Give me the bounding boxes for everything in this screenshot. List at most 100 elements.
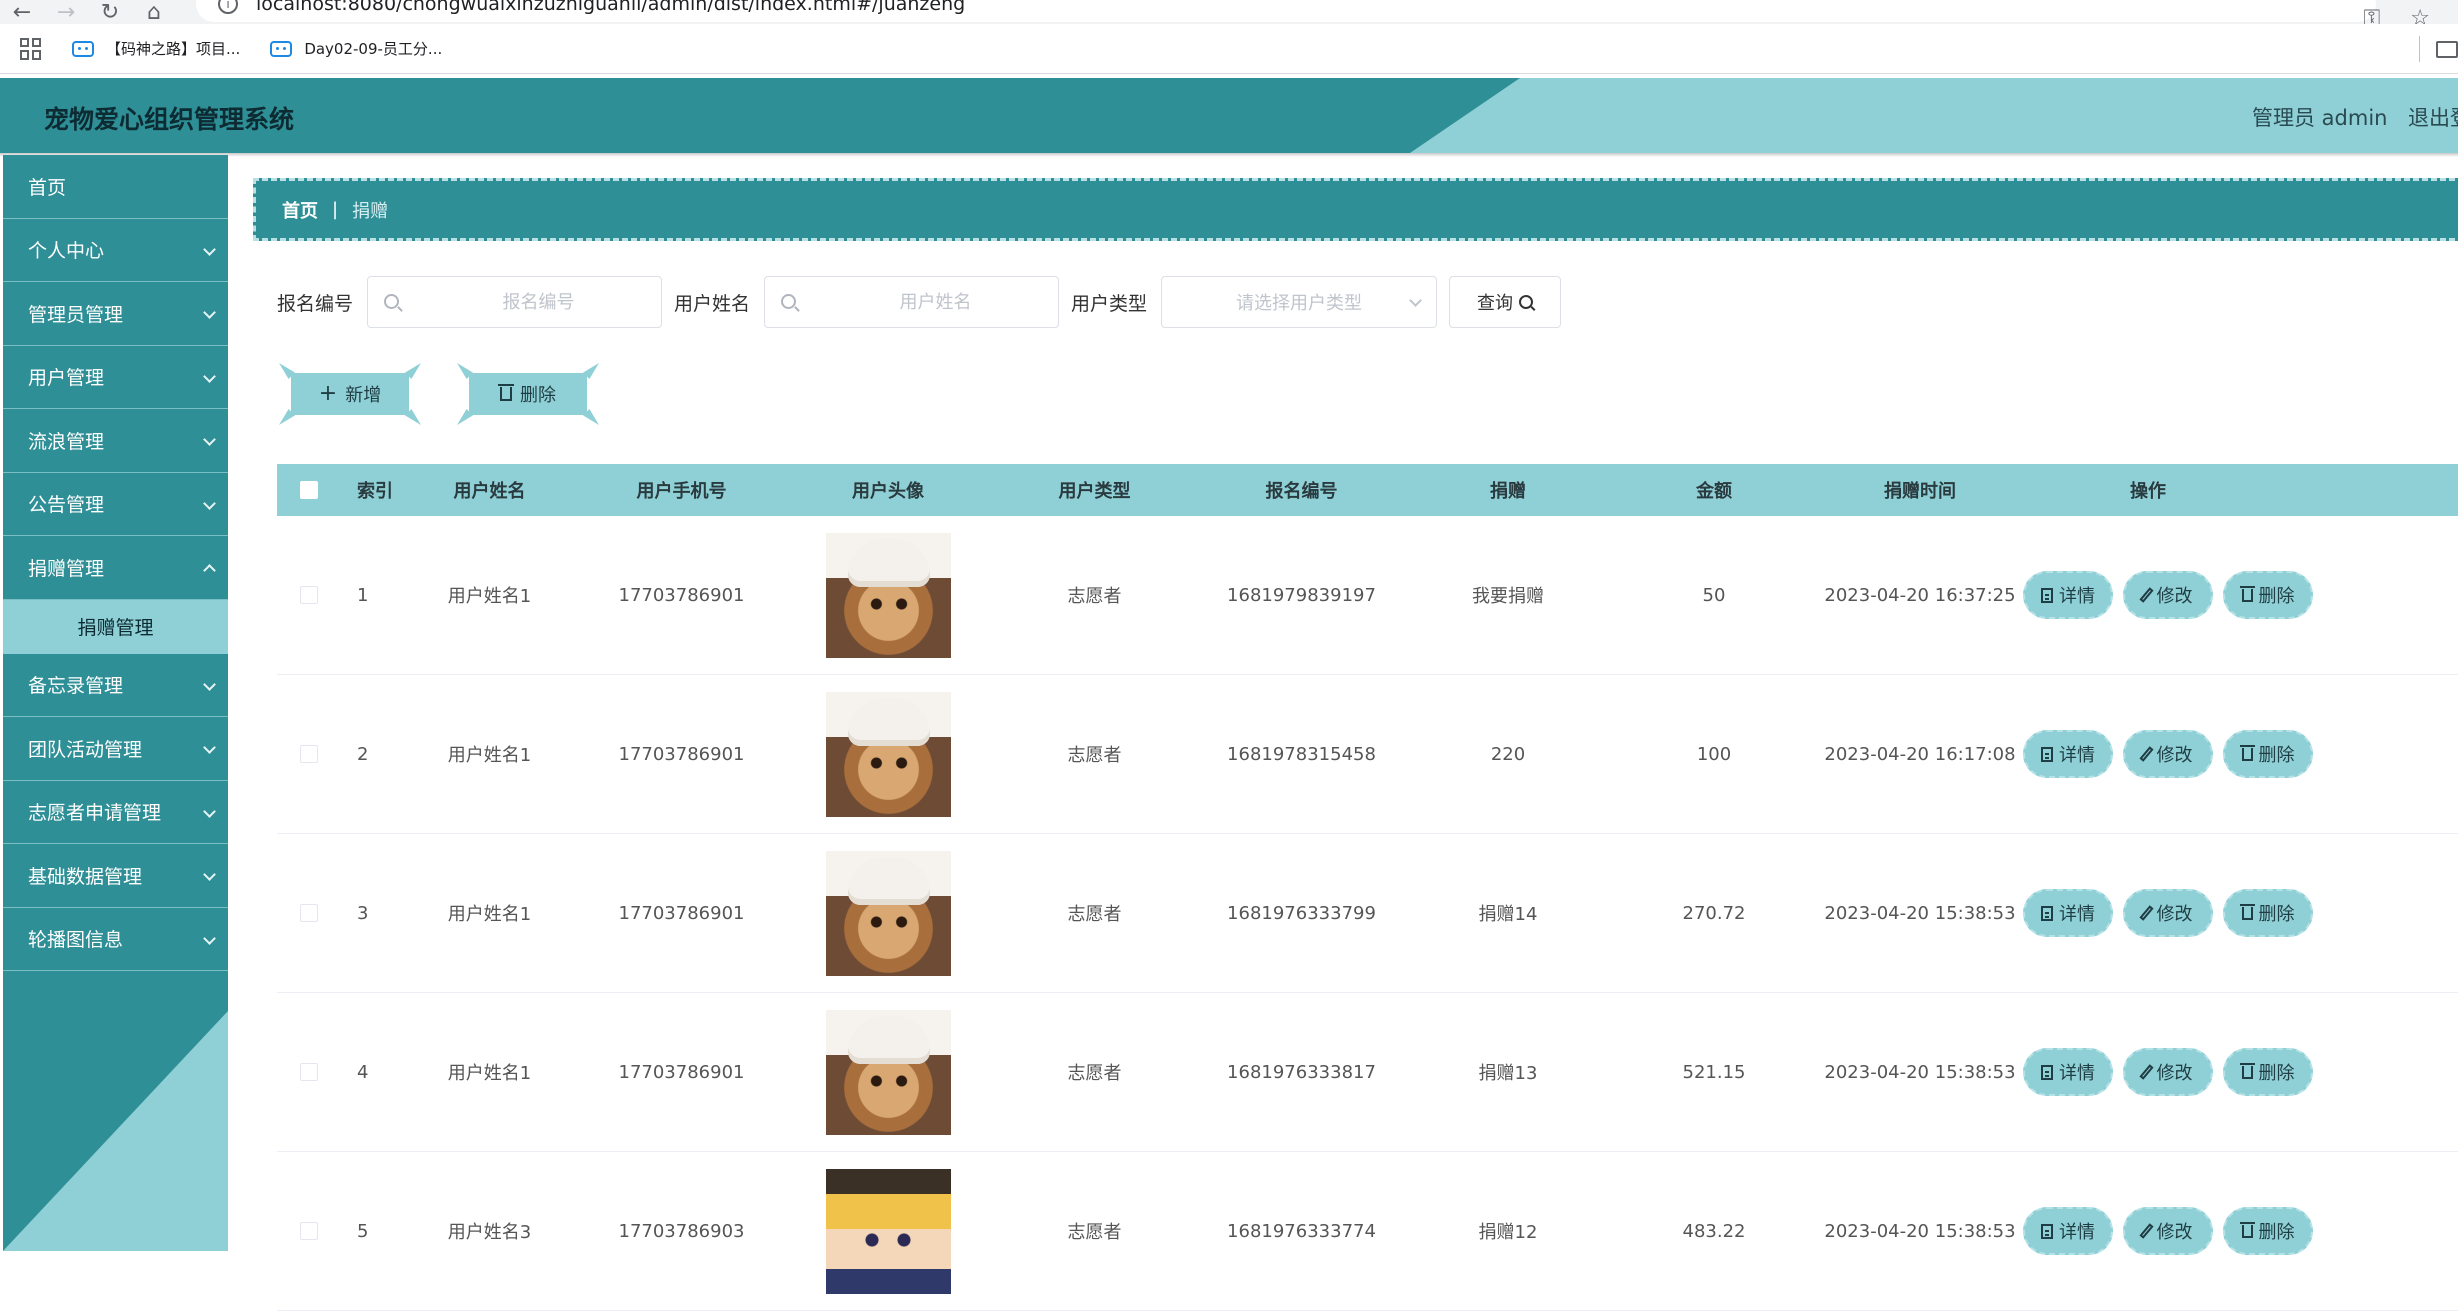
user-type: 志愿者 xyxy=(1067,1063,1122,1084)
back-icon[interactable]: ← xyxy=(0,0,44,25)
delete-button[interactable]: 删除 xyxy=(2223,571,2313,619)
url-text[interactable]: localhost:8080/chongwuaixinzuzhiguanli/a… xyxy=(256,0,965,15)
breadcrumb-separator: | xyxy=(332,199,339,220)
trash-icon xyxy=(2239,1221,2255,1238)
reg-number-input[interactable] xyxy=(368,277,662,327)
reload-icon[interactable]: ↻ xyxy=(88,0,132,25)
user-type-placeholder: 请选择用户类型 xyxy=(1236,293,1363,314)
user-avatar[interactable] xyxy=(825,850,951,976)
detail-button[interactable]: 详情 xyxy=(2023,730,2113,778)
detail-button[interactable]: 详情 xyxy=(2023,1048,2113,1096)
batch-delete-button[interactable]: 删除 xyxy=(455,363,601,425)
row-checkbox[interactable] xyxy=(300,586,318,604)
edit-button[interactable]: 修改 xyxy=(2123,889,2213,937)
home-icon[interactable]: ⌂ xyxy=(132,0,176,25)
reg-number: 1681976333774 xyxy=(1227,1220,1376,1242)
delete-button[interactable]: 删除 xyxy=(2223,1207,2313,1255)
edit-icon xyxy=(2138,746,2154,762)
column-header: 报名编号 xyxy=(1265,481,1338,502)
site-info-icon[interactable]: i xyxy=(218,0,238,14)
search-form: 报名编号 用户姓名 用户类型 请选择用户类型 查询 xyxy=(277,276,1562,328)
row-index: 4 xyxy=(357,1061,369,1083)
table-row: 2 用户姓名1 17703786901 志愿者 1681978315458 220 100 2… xyxy=(277,675,2458,834)
sidebar-item-memos[interactable]: 备忘录管理 xyxy=(3,654,228,717)
chevron-down-icon xyxy=(203,496,216,510)
chevron-down-icon xyxy=(203,868,216,881)
column-header: 捐赠时间 xyxy=(1884,481,1956,502)
select-all-checkbox[interactable] xyxy=(300,481,318,499)
detail-button[interactable]: 详情 xyxy=(2023,1207,2113,1255)
folder-icon[interactable] xyxy=(2436,40,2458,58)
user-type: 志愿者 xyxy=(1067,586,1122,607)
user-name: 用户姓名1 xyxy=(447,1063,532,1084)
chevron-down-icon xyxy=(203,306,216,319)
chevron-down-icon xyxy=(203,242,216,256)
donation-time: 2023-04-20 16:17:08 xyxy=(1824,743,2016,765)
reg-number: 1681976333817 xyxy=(1227,1061,1376,1083)
edit-button[interactable]: 修改 xyxy=(2123,571,2213,619)
donation: 捐赠13 xyxy=(1478,1063,1538,1084)
edit-button[interactable]: 修改 xyxy=(2123,730,2213,778)
action-bar: + 新增 删除 xyxy=(277,363,601,425)
reg-number: 1681978315458 xyxy=(1227,743,1376,765)
sidebar-item-carousel[interactable]: 轮播图信息 xyxy=(3,908,228,971)
sidebar-item-profile[interactable]: 个人中心 xyxy=(3,219,228,282)
sidebar-item-team-activities[interactable]: 团队活动管理 xyxy=(3,717,228,781)
amount: 521.15 xyxy=(1682,1061,1746,1083)
edit-icon xyxy=(2138,587,2154,603)
sidebar-decoration xyxy=(3,1011,228,1251)
bookmark-item[interactable]: 【码神之路】项目... xyxy=(72,38,240,59)
query-button[interactable]: 查询 xyxy=(1449,276,1562,328)
edit-button[interactable]: 修改 xyxy=(2123,1048,2213,1096)
search-icon xyxy=(781,294,797,309)
column-header: 用户姓名 xyxy=(453,481,526,502)
sidebar-item-admins[interactable]: 管理员管理 xyxy=(3,282,228,346)
sidebar-item-strays[interactable]: 流浪管理 xyxy=(3,409,228,473)
apps-icon[interactable] xyxy=(20,37,42,60)
edit-icon xyxy=(2138,905,2154,921)
row-checkbox[interactable] xyxy=(300,745,318,763)
user-type-select[interactable]: 请选择用户类型 xyxy=(1161,276,1438,328)
row-checkbox[interactable] xyxy=(300,1222,318,1240)
user-avatar[interactable] xyxy=(825,1009,951,1135)
row-checkbox[interactable] xyxy=(300,904,318,922)
forward-icon[interactable]: → xyxy=(44,0,88,25)
edit-button[interactable]: 修改 xyxy=(2123,1207,2213,1255)
table-row: 5 用户姓名3 17703786903 志愿者 1681976333774 捐赠12 483… xyxy=(277,1152,2458,1311)
chevron-down-icon xyxy=(203,804,216,818)
logout-link[interactable]: 退出登录 xyxy=(2408,102,2458,132)
sidebar-item-home[interactable]: 首页 xyxy=(3,155,228,219)
user-avatar[interactable] xyxy=(825,1168,951,1294)
sidebar-item-users[interactable]: 用户管理 xyxy=(3,346,228,409)
sidebar-item-notices[interactable]: 公告管理 xyxy=(3,473,228,536)
sidebar-subitem-donations[interactable]: 捐赠管理 xyxy=(3,599,228,654)
user-name-field[interactable] xyxy=(764,276,1060,328)
row-checkbox[interactable] xyxy=(300,1063,318,1081)
sidebar-item-volunteer-applications[interactable]: 志愿者申请管理 xyxy=(3,781,228,844)
delete-button[interactable]: 删除 xyxy=(2223,730,2313,778)
user-avatar[interactable] xyxy=(825,532,951,658)
amount: 100 xyxy=(1696,743,1732,765)
reg-number-field[interactable] xyxy=(367,276,663,328)
row-index: 2 xyxy=(357,743,369,765)
detail-button[interactable]: 详情 xyxy=(2023,889,2113,937)
sidebar-item-base-data[interactable]: 基础数据管理 xyxy=(3,844,228,908)
user-name-input[interactable] xyxy=(765,277,1059,327)
bookmark-item[interactable]: Day02-09-员工分... xyxy=(270,38,442,59)
amount: 50 xyxy=(1702,584,1726,606)
donation-time: 2023-04-20 15:38:53 xyxy=(1824,902,2016,924)
row-index: 3 xyxy=(357,902,369,924)
document-icon xyxy=(2041,746,2053,762)
delete-button[interactable]: 删除 xyxy=(2223,889,2313,937)
address-bar[interactable]: i localhost:8080/chongwuaixinzuzhiguanli… xyxy=(196,0,2376,22)
add-button[interactable]: + 新增 xyxy=(277,363,423,425)
delete-button[interactable]: 删除 xyxy=(2223,1048,2313,1096)
chevron-down-icon xyxy=(203,741,216,754)
user-phone: 17703786901 xyxy=(618,584,745,606)
breadcrumb-home[interactable]: 首页 xyxy=(282,197,318,223)
detail-button[interactable]: 详情 xyxy=(2023,571,2113,619)
search-icon xyxy=(384,294,400,309)
user-avatar[interactable] xyxy=(825,691,951,817)
user-phone: 17703786903 xyxy=(618,1220,745,1242)
sidebar-item-donations[interactable]: 捐赠管理 xyxy=(3,536,228,600)
